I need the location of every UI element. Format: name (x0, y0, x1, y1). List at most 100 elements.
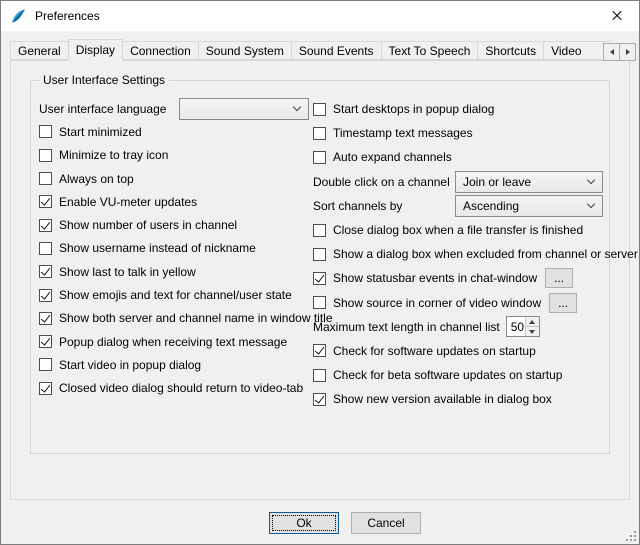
checkbox-row-close-dialog-box-when-a-file-transfer-is-finished[interactable]: Close dialog box when a file transfer is… (313, 218, 603, 242)
arrow-down-button[interactable] (526, 326, 539, 336)
tab-sound-system[interactable]: Sound System (198, 41, 292, 60)
tab-scroll (603, 43, 636, 61)
checkbox-label: Start desktops in popup dialog (333, 102, 494, 116)
checkbox-row-always-on-top[interactable]: Always on top (39, 167, 309, 190)
arrow-up-button[interactable] (526, 317, 539, 326)
checkbox-icon (313, 248, 326, 261)
language-row: User interface language (39, 97, 309, 120)
checkbox-label: Show last to talk in yellow (59, 265, 196, 279)
arrow-left-icon (610, 49, 614, 55)
checkbox-row-closed-video-dialog-should-return-to-video-tab[interactable]: Closed video dialog should return to vid… (39, 377, 309, 400)
more-button-show-statusbar-events-in-chat-window[interactable]: ... (545, 268, 573, 288)
checkbox-row-show-new-version-available-in-dialog-box[interactable]: Show new version available in dialog box (313, 387, 603, 411)
spinbox-maximum-text-length-in-channel-list[interactable]: 50 (506, 316, 540, 337)
checkbox-icon (39, 289, 52, 302)
checkbox-row-popup-dialog-when-receiving-text-message[interactable]: Popup dialog when receiving text message (39, 330, 309, 353)
spinner-buttons (525, 317, 539, 336)
checkbox-label: Show number of users in channel (59, 218, 237, 232)
checkbox-icon (39, 382, 52, 395)
checkbox-label: Start video in popup dialog (59, 358, 201, 372)
checkbox-row-show-last-to-talk-in-yellow[interactable]: Show last to talk in yellow (39, 260, 309, 283)
dropdown-value: Ascending (463, 199, 519, 213)
checkbox-label: Closed video dialog should return to vid… (59, 381, 303, 395)
resize-grip[interactable] (625, 530, 636, 541)
tab-sound-events[interactable]: Sound Events (291, 41, 382, 60)
left-column: User interface language Start minimized M… (39, 97, 309, 400)
close-icon (612, 11, 622, 21)
checkbox-row-enable-vu-meter-updates[interactable]: Enable VU-meter updates (39, 190, 309, 213)
close-button[interactable] (595, 1, 639, 31)
spinner-row-maximum-text-length-in-channel-list: Maximum text length in channel list50 (313, 315, 603, 339)
checkbox-icon (313, 272, 326, 285)
tab-shortcuts[interactable]: Shortcuts (477, 41, 544, 60)
checkbox-label: Close dialog box when a file transfer is… (333, 223, 583, 237)
checkbox-label: Always on top (59, 172, 134, 186)
checkbox-icon (39, 265, 52, 278)
checkbox-row-show-number-of-users-in-channel[interactable]: Show number of users in channel (39, 213, 309, 236)
groupbox-title: User Interface Settings (39, 73, 169, 87)
language-select[interactable] (179, 98, 309, 120)
tab-scroll-right-button[interactable] (619, 43, 636, 61)
dropdown-double-click-on-a-channel[interactable]: Join or leave (455, 171, 603, 193)
preferences-window: Preferences GeneralDisplayConnectionSoun… (0, 0, 640, 545)
checkbox-row-auto-expand-channels[interactable]: Auto expand channels (313, 145, 603, 169)
checkbox-label: Show new version available in dialog box (333, 392, 552, 406)
checkbox-label: Show both server and channel name in win… (59, 311, 333, 325)
checkbox-row-show-statusbar-events-in-chat-window[interactable]: Show statusbar events in chat-window... (313, 266, 603, 290)
dropdown-sort-channels-by[interactable]: Ascending (455, 195, 603, 217)
checkbox-label: Timestamp text messages (333, 126, 473, 140)
tab-general[interactable]: General (10, 41, 69, 60)
spinbox-value: 50 (507, 317, 525, 336)
checkbox-label: Enable VU-meter updates (59, 195, 197, 209)
dropdown-value: Join or leave (463, 175, 531, 189)
tab-display[interactable]: Display (68, 39, 123, 61)
checkbox-row-show-source-in-corner-of-video-window[interactable]: Show source in corner of video window... (313, 291, 603, 315)
checkbox-row-show-a-dialog-box-when-excluded-from-channel-or-server[interactable]: Show a dialog box when excluded from cha… (313, 242, 603, 266)
checkbox-label: Start minimized (59, 125, 142, 139)
checkbox-icon (313, 151, 326, 164)
tab-video[interactable]: Video (543, 41, 610, 60)
checkbox-icon (39, 149, 52, 162)
checkbox-icon (39, 125, 52, 138)
checkbox-icon (313, 127, 326, 140)
tab-connection[interactable]: Connection (122, 41, 199, 60)
select-label: Sort channels by (313, 199, 402, 213)
checkbox-row-minimize-to-tray-icon[interactable]: Minimize to tray icon (39, 144, 309, 167)
checkbox-icon (39, 358, 52, 371)
checkbox-row-start-video-in-popup-dialog[interactable]: Start video in popup dialog (39, 353, 309, 376)
checkbox-label: Popup dialog when receiving text message (59, 335, 287, 349)
checkbox-icon (39, 219, 52, 232)
checkbox-icon (313, 224, 326, 237)
checkbox-row-timestamp-text-messages[interactable]: Timestamp text messages (313, 121, 603, 145)
chevron-down-icon (587, 200, 595, 208)
checkbox-row-start-minimized[interactable]: Start minimized (39, 120, 309, 143)
more-button-show-source-in-corner-of-video-window[interactable]: ... (549, 293, 577, 313)
checkbox-label: Auto expand channels (333, 150, 452, 164)
select-label: Double click on a channel (313, 175, 450, 189)
checkbox-row-check-for-software-updates-on-startup[interactable]: Check for software updates on startup (313, 339, 603, 363)
checkbox-icon (39, 195, 52, 208)
select-row-sort-channels-by: Sort channels by Ascending (313, 194, 603, 218)
checkbox-icon (39, 335, 52, 348)
checkbox-label: Minimize to tray icon (59, 148, 168, 162)
checkbox-row-show-username-instead-of-nickname[interactable]: Show username instead of nickname (39, 237, 309, 260)
checkbox-label: Show source in corner of video window (333, 296, 541, 310)
tab-scroll-left-button[interactable] (603, 43, 620, 61)
chevron-down-icon (587, 176, 595, 184)
checkbox-row-start-desktops-in-popup-dialog[interactable]: Start desktops in popup dialog (313, 97, 603, 121)
checkbox-row-show-both-server-and-channel-name-in-window-title[interactable]: Show both server and channel name in win… (39, 307, 309, 330)
checkbox-label: Show statusbar events in chat-window (333, 271, 537, 285)
ok-button[interactable]: Ok (269, 512, 339, 534)
checkbox-icon (313, 393, 326, 406)
checkbox-row-show-emojis-and-text-for-channel-user-state[interactable]: Show emojis and text for channel/user st… (39, 283, 309, 306)
cancel-button[interactable]: Cancel (351, 512, 421, 534)
checkbox-label: Show username instead of nickname (59, 241, 256, 255)
tab-text-to-speech[interactable]: Text To Speech (381, 41, 479, 60)
checkbox-label: Check for beta software updates on start… (333, 368, 562, 382)
checkbox-row-check-for-beta-software-updates-on-startup[interactable]: Check for beta software updates on start… (313, 363, 603, 387)
checkbox-icon (313, 369, 326, 382)
chevron-down-icon (293, 103, 301, 111)
window-title: Preferences (35, 9, 100, 23)
checkbox-label: Show a dialog box when excluded from cha… (333, 247, 638, 261)
titlebar[interactable]: Preferences (1, 1, 639, 31)
